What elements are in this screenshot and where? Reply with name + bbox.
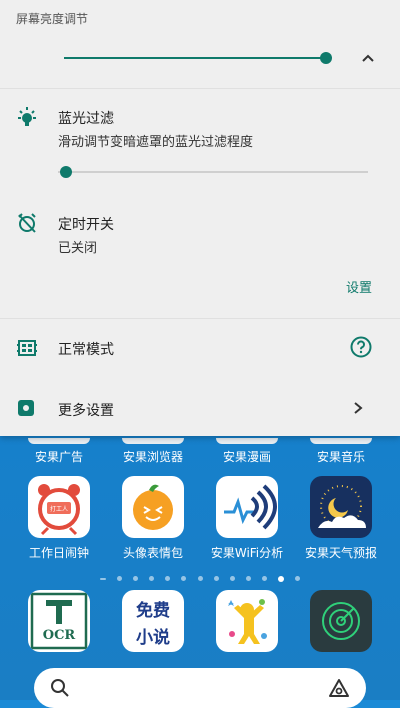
page-dot	[149, 576, 155, 581]
page-dot	[117, 576, 123, 581]
novel-icon: 免费 小说	[122, 590, 184, 652]
app-workday-alarm[interactable]: 打工人 工作日闹钟	[12, 476, 106, 561]
alarm-app-text: 打工人	[49, 506, 68, 513]
chevron-up-icon[interactable]	[360, 50, 376, 70]
page-indicator[interactable]	[0, 568, 400, 582]
divider	[0, 88, 400, 89]
more-settings-row[interactable]: 更多设置	[0, 382, 400, 436]
timer-settings-button[interactable]: 设置	[346, 277, 372, 296]
app-label: 安果音乐	[316, 450, 365, 464]
blue-filter-subtitle: 滑动调节变暗遮罩的蓝光过滤程度	[58, 135, 254, 150]
page-dot	[213, 576, 219, 581]
blue-filter-title: 蓝光过滤	[58, 111, 114, 127]
app-icon-stub	[216, 438, 278, 444]
alarm-clock-app-icon: 打工人	[28, 476, 90, 538]
app-label: 安果天气预报	[304, 546, 377, 560]
novel-text-bottom: 小说	[136, 628, 170, 648]
ocr-icon: OCR	[28, 590, 90, 652]
mode-icon	[16, 338, 38, 362]
page-dot	[245, 576, 251, 581]
app-label: 安果浏览器	[122, 450, 183, 464]
app-icon-stub	[310, 438, 372, 444]
page-dot	[229, 576, 235, 581]
page-dot	[165, 576, 171, 581]
app-row-2: 打工人 工作日闹钟 头像表情包 安果WiFi分析 安果天气预报	[0, 476, 400, 566]
brightness-slider[interactable]	[64, 50, 334, 66]
page-dot	[133, 576, 139, 581]
moon-icon	[16, 48, 36, 72]
brightness-track	[64, 57, 322, 59]
mode-row[interactable]: 正常模式	[0, 320, 400, 376]
brightness-row	[0, 42, 400, 74]
orange-face-icon	[122, 476, 184, 538]
app-wifi-analyzer[interactable]: 安果WiFi分析	[200, 476, 294, 561]
chevron-right-icon[interactable]	[352, 400, 364, 419]
divider	[0, 318, 400, 319]
app-weather[interactable]: 安果天气预报	[294, 476, 388, 561]
timer-title: 定时开关	[58, 217, 114, 233]
brightness-knob[interactable]	[320, 52, 332, 64]
app-label: 安果WiFi分析	[210, 546, 284, 560]
bulb-icon	[16, 106, 38, 132]
ocr-text: OCR	[42, 628, 76, 643]
app-free-novel[interactable]: 免费 小说	[106, 590, 200, 652]
page-dot	[197, 576, 203, 581]
search-bar[interactable]	[34, 668, 366, 708]
app-browser[interactable]: 安果浏览器	[106, 448, 200, 465]
page-dot	[261, 576, 267, 581]
page-dot-active	[277, 575, 284, 582]
app-icon-stub	[28, 438, 90, 444]
gear-icon	[16, 398, 36, 422]
assistant-icon[interactable]	[328, 678, 350, 702]
search-icon[interactable]	[50, 678, 70, 702]
wifi-signal-icon	[216, 476, 278, 538]
blue-filter-knob[interactable]	[60, 166, 72, 178]
panel-title: 屏幕亮度调节	[16, 12, 89, 26]
app-comics[interactable]: 安果漫画	[200, 448, 294, 465]
more-settings-title: 更多设置	[58, 403, 114, 419]
weather-night-icon	[310, 476, 372, 538]
app-ocr[interactable]: OCR	[12, 590, 106, 652]
app-label: 安果广告	[34, 450, 83, 464]
app-radar[interactable]	[294, 590, 388, 652]
app-avatar-stickers[interactable]: 头像表情包	[106, 476, 200, 561]
app-label: 工作日闹钟	[28, 546, 89, 560]
help-icon[interactable]	[350, 336, 372, 362]
app-label: 安果漫画	[222, 450, 271, 464]
radar-icon	[310, 590, 372, 652]
alarm-off-icon	[16, 212, 38, 238]
app-ads[interactable]: 安果广告	[12, 448, 106, 465]
blue-filter-track	[58, 171, 368, 173]
page-dot	[295, 576, 301, 581]
kids-icon	[216, 590, 278, 652]
blue-filter-slider[interactable]	[58, 164, 370, 180]
app-icon-stub	[122, 438, 184, 444]
app-row-dock: OCR 免费 小说	[0, 590, 400, 680]
novel-text-top: 免费	[136, 601, 170, 621]
app-row-top: 安果广告 安果浏览器 安果漫画 安果音乐	[0, 438, 400, 466]
timer-status: 已关闭	[58, 241, 98, 256]
page-dot	[181, 576, 187, 581]
page-dot	[99, 577, 106, 580]
app-music[interactable]: 安果音乐	[294, 448, 388, 465]
app-kids[interactable]	[200, 590, 294, 652]
brightness-panel: 屏幕亮度调节 蓝光过滤 滑动调节变暗遮罩的蓝光过滤程度 定时开关 已关闭 设置 …	[0, 0, 400, 436]
app-label: 头像表情包	[122, 546, 183, 560]
mode-title: 正常模式	[58, 342, 114, 358]
